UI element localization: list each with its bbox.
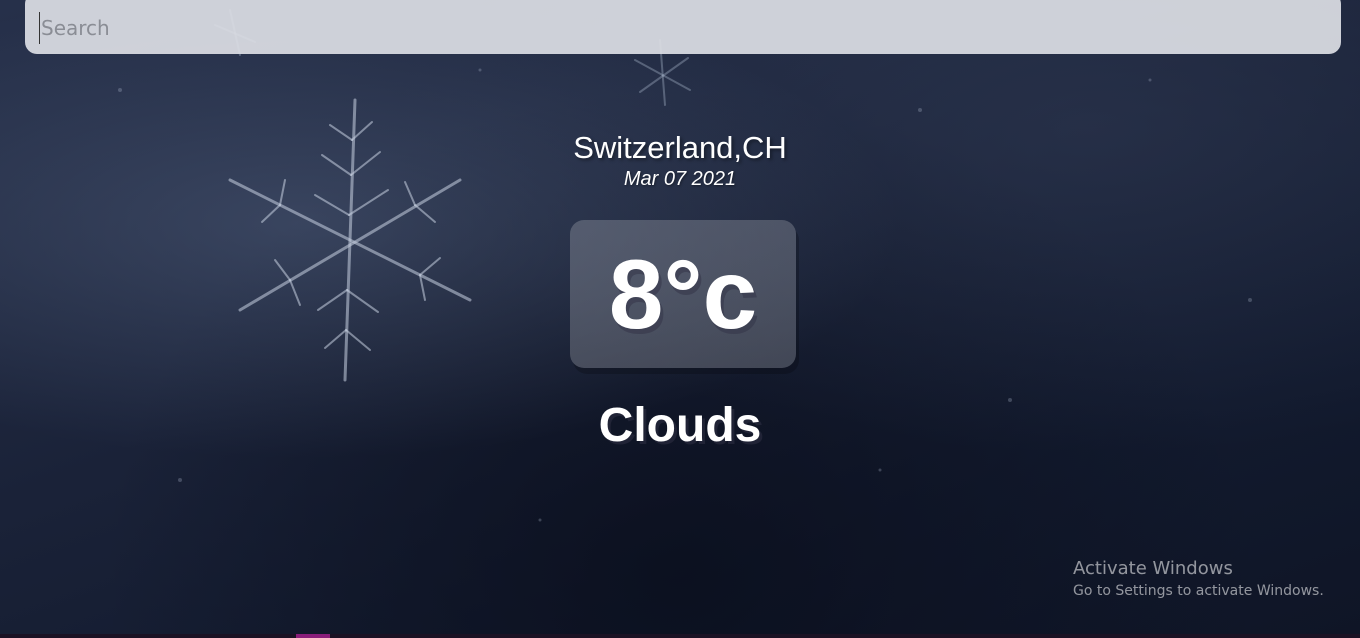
taskbar-edge xyxy=(0,634,1360,638)
location-name: Switzerland,CH xyxy=(573,130,787,165)
activate-windows-title: Activate Windows xyxy=(1073,558,1233,579)
temperature-display: 8°c xyxy=(570,220,796,368)
search-input[interactable] xyxy=(39,12,1323,44)
location-box: Switzerland,CH Mar 07 2021 xyxy=(0,130,1360,191)
activate-windows-subtitle: Go to Settings to activate Windows. xyxy=(1073,583,1324,599)
weather-condition: Clouds xyxy=(598,399,762,452)
taskbar-accent xyxy=(296,634,330,638)
search-bar xyxy=(25,0,1341,54)
current-date: Mar 07 2021 xyxy=(623,168,737,190)
activate-windows-watermark: Activate Windows Go to Settings to activ… xyxy=(1073,558,1324,601)
